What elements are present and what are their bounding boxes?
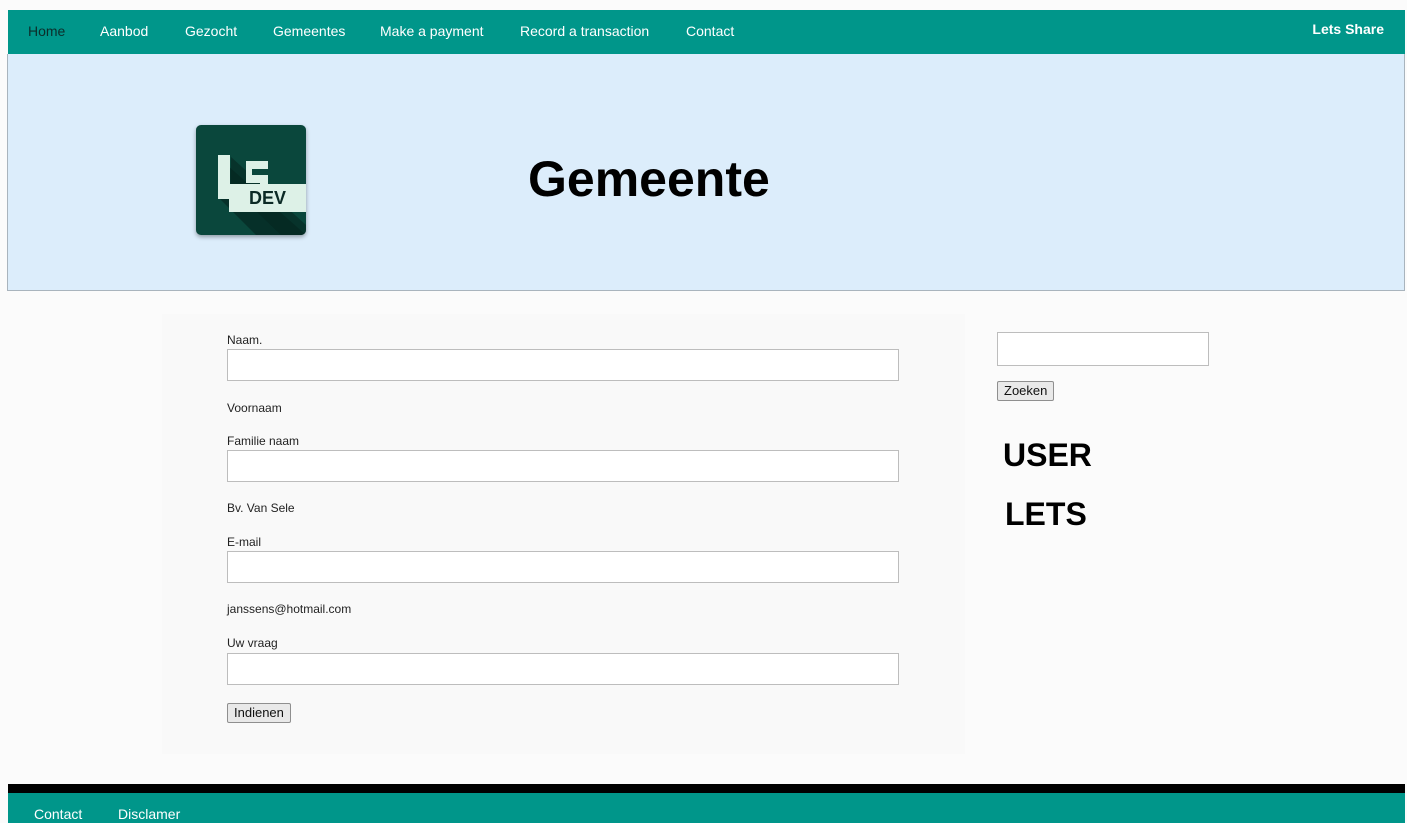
- email-label: E-mail: [227, 535, 262, 549]
- nav-aanbod-link[interactable]: Aanbod: [100, 23, 148, 39]
- name-input[interactable]: [227, 349, 899, 381]
- search-input[interactable]: [997, 332, 1209, 366]
- first-name-hint: Voornaam: [227, 401, 282, 415]
- nav-home-link[interactable]: Home: [28, 23, 65, 39]
- family-name-label: Familie naam: [227, 434, 300, 448]
- user-heading: USER: [1003, 437, 1092, 473]
- footer-bar: Contact Disclamer: [8, 793, 1405, 823]
- footer-disclaimer-link[interactable]: Disclamer: [118, 806, 180, 822]
- footer-contact-link[interactable]: Contact: [34, 806, 82, 822]
- family-name-input[interactable]: [227, 450, 899, 482]
- submit-button[interactable]: Indienen: [227, 703, 291, 723]
- email-input[interactable]: [227, 551, 899, 583]
- top-navigation-bar: Home Aanbod Gezocht Gemeentes Make a pay…: [8, 10, 1405, 54]
- question-label: Uw vraag: [227, 636, 278, 650]
- footer-divider: [8, 784, 1405, 793]
- email-hint: janssens@hotmail.com: [227, 602, 352, 616]
- nav-record-transaction-link[interactable]: Record a transaction: [520, 23, 649, 39]
- logo-dev-label: DEV: [229, 184, 306, 212]
- nav-gezocht-link[interactable]: Gezocht: [185, 23, 237, 39]
- name-label: Naam.: [227, 333, 263, 347]
- lets-heading: LETS: [1005, 496, 1087, 532]
- nav-contact-link[interactable]: Contact: [686, 23, 734, 39]
- nav-make-payment-link[interactable]: Make a payment: [380, 23, 484, 39]
- hero-banner: DEV Gemeente: [7, 54, 1405, 291]
- brand-link[interactable]: Lets Share: [1312, 21, 1384, 37]
- page-title: Gemeente: [528, 151, 770, 207]
- ls-dev-logo: DEV: [196, 125, 306, 235]
- search-button[interactable]: Zoeken: [997, 381, 1055, 401]
- nav-gemeentes-link[interactable]: Gemeentes: [273, 23, 345, 39]
- question-input[interactable]: [227, 653, 899, 685]
- ls-logo-icon: [218, 155, 306, 235]
- family-name-hint: Bv. Van Sele: [227, 501, 295, 515]
